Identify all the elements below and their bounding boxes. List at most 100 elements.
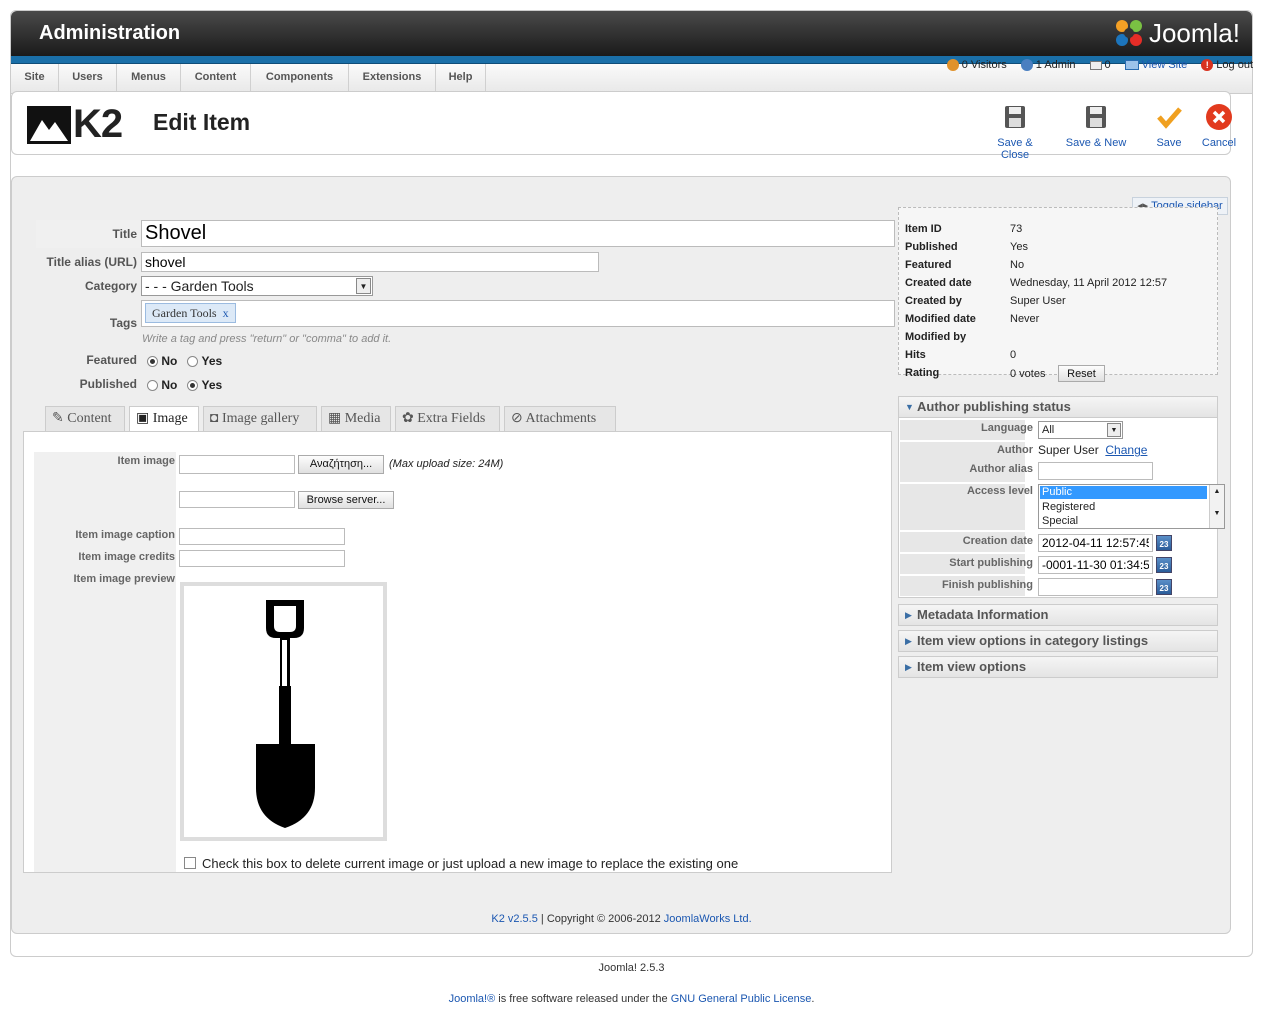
cancel-label: Cancel [1201,137,1237,149]
alias-label: Title alias (URL) [46,255,137,269]
menu-help[interactable]: Help [436,64,486,94]
mail-icon [1089,60,1102,70]
published-no-radio[interactable] [147,380,158,392]
item-view-options-header[interactable]: ▶ Item view options [898,656,1218,678]
author-publishing-panel-header[interactable]: ▼ Author publishing status [898,396,1218,418]
info-key-rating: Rating [905,367,940,379]
joomla-logo-icon [1115,20,1142,46]
menu-users[interactable]: Users [59,64,117,94]
creation-date-input[interactable] [1038,534,1153,552]
view-site-label[interactable]: View Site [1142,59,1188,71]
camera-icon: ◘ [210,411,222,426]
access-option-special[interactable]: Special [1039,514,1224,528]
tab-extra-fields[interactable]: ✿ Extra Fields [395,406,500,431]
access-level-list[interactable]: Public Registered Special ▲ ▼ [1038,484,1225,529]
save-button[interactable]: Save [1147,104,1191,149]
featured-label: Featured [86,353,137,367]
messages-status[interactable]: 0 [1089,59,1111,71]
tab-attachments-label: Attachments [525,411,597,426]
logout-link[interactable]: ! Log out [1201,59,1253,71]
image-preview-label: Item image preview [73,573,176,585]
save-new-label: Save & New [1065,137,1127,149]
status-bar: 0 Visitors 1 Admin 0 View Site ! Log out [946,59,1253,71]
k2-logo-text: K2 [73,102,123,146]
license-footer: Joomla!® is free software released under… [0,993,1263,1005]
published-yes-label: Yes [201,378,223,392]
tag-remove-button[interactable]: x [223,306,229,320]
finish-publishing-input[interactable] [1038,578,1153,596]
menu-site[interactable]: Site [11,64,59,94]
gpl-link[interactable]: GNU General Public License [671,993,812,1005]
scroll-down-icon: ▼ [1213,510,1221,517]
alias-input[interactable] [141,252,599,272]
image-caption-input[interactable] [179,528,345,545]
joomla-link[interactable]: Joomla!® [449,993,496,1005]
k2-mountain-icon [27,105,71,144]
title-label: Title [112,227,137,241]
reset-rating-button[interactable]: Reset [1058,365,1105,382]
tab-image[interactable]: ▣ Image [129,406,199,432]
menu-components[interactable]: Components [251,64,349,94]
category-value: - - - Garden Tools [145,278,254,294]
browse-button[interactable]: Αναζήτηση... [298,455,384,474]
save-new-button[interactable]: Save & New [1064,104,1128,149]
finish-publishing-label: Finish publishing [941,579,1033,591]
menu-menus[interactable]: Menus [117,64,181,94]
info-value-rating: 0 votes [1010,368,1046,380]
language-select[interactable]: All ▼ [1038,421,1123,439]
calendar-icon[interactable]: 23 [1156,557,1172,573]
image-preview [180,582,387,841]
access-option-registered[interactable]: Registered [1039,500,1224,514]
language-value: All [1042,424,1055,436]
tab-image-label: Image [152,411,188,426]
image-credits-input[interactable] [179,550,345,567]
page-title: Edit Item [153,109,251,135]
start-publishing-input[interactable] [1038,556,1153,574]
browse-server-button[interactable]: Browse server... [298,491,394,509]
license-text: is free software released under the [495,993,671,1005]
item-view-options-title: Item view options [917,659,1027,674]
published-yes-radio[interactable] [187,380,199,392]
info-key-created-date: Created date [905,277,972,289]
author-value: Super User [1038,443,1099,457]
save-close-button[interactable]: Save & Close [982,104,1048,161]
category-select[interactable]: - - - Garden Tools ▼ [141,276,373,296]
featured-radio-group: No Yes [147,354,222,368]
author-alias-input[interactable] [1038,462,1153,480]
tab-content[interactable]: ✎ Content [45,406,125,431]
k2-version-link[interactable]: K2 v2.5.5 [491,913,537,925]
change-author-link[interactable]: Change [1105,443,1147,457]
access-option-public[interactable]: Public [1040,486,1207,499]
info-value-created-date: Wednesday, 11 April 2012 12:57 [1010,277,1168,289]
menu-content[interactable]: Content [181,64,251,94]
tab-media[interactable]: ▦ Media [321,406,391,431]
metadata-panel-header[interactable]: ▶ Metadata Information [898,604,1218,626]
tab-attachments[interactable]: ⊘ Attachments [504,406,616,431]
joomlaworks-link[interactable]: JoomlaWorks Ltd. [664,913,752,925]
info-key-created-by: Created by [905,295,962,307]
cancel-icon [1206,104,1232,130]
film-icon: ▦ [328,411,345,426]
tab-image-gallery[interactable]: ◘ Image gallery [203,406,317,431]
language-label: Language [981,422,1033,434]
tags-input[interactable]: Garden Tools x [141,300,895,327]
server-image-input[interactable] [179,491,295,508]
access-scrollbar[interactable]: ▲ ▼ [1209,485,1224,528]
featured-yes-radio[interactable] [187,356,199,368]
messages-count: 0 [1104,59,1111,71]
title-input[interactable] [141,220,895,247]
tag-chip[interactable]: Garden Tools x [145,303,236,323]
view-site-link[interactable]: View Site [1124,59,1188,71]
item-image-file-input[interactable] [179,455,295,474]
logout-label[interactable]: Log out [1216,59,1253,71]
visitors-count: 0 Visitors [961,59,1007,71]
calendar-icon[interactable]: 23 [1156,535,1172,551]
category-listing-options-header[interactable]: ▶ Item view options in category listings [898,630,1218,652]
featured-no-radio[interactable] [147,356,158,368]
access-level-label: Access level [966,485,1033,497]
menu-extensions[interactable]: Extensions [349,64,436,94]
delete-image-checkbox[interactable] [184,857,196,869]
calendar-icon[interactable]: 23 [1156,579,1172,595]
cancel-button[interactable]: Cancel [1197,104,1241,149]
joomla-logo[interactable]: Joomla! [1113,17,1240,49]
